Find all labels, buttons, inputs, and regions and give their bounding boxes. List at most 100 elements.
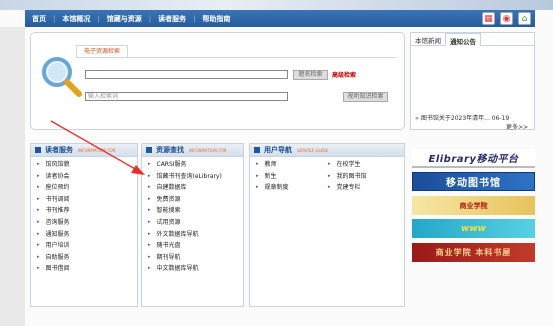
www-banner[interactable]: www bbox=[412, 219, 535, 238]
reader-service-item-label[interactable]: 书刊推荐 bbox=[46, 205, 70, 217]
nav-reader-services[interactable]: 读者服务 bbox=[151, 14, 193, 24]
resource-item[interactable]: ▸ 随书光盘 bbox=[148, 240, 243, 252]
reader-service-item-label[interactable]: 用户培训 bbox=[46, 240, 70, 252]
resource-item[interactable]: ▸ 自建数据库 bbox=[148, 182, 243, 194]
user-nav-item[interactable]: ▸ 新生 bbox=[256, 171, 328, 183]
resource-item-label[interactable]: 智能搜索 bbox=[157, 205, 181, 217]
panel-title: 读者服务 bbox=[45, 146, 73, 154]
reader-service-item[interactable]: ▸ 座位预约 bbox=[37, 182, 137, 194]
magnifier-icon bbox=[42, 57, 82, 97]
resource-item-label[interactable]: 试用资源 bbox=[157, 217, 181, 229]
reader-service-item-label[interactable]: 图书借阅 bbox=[46, 263, 70, 275]
resource-item[interactable]: ▸ CARSI服务 bbox=[148, 159, 243, 171]
main-navbar: 首页 | 本馆概况 | 馆藏与资源 | 读者服务 | 帮助指南 ▦ ◉ ⌂ bbox=[25, 10, 535, 27]
elibrary-banner[interactable]: Elibrary移动平台 bbox=[412, 149, 535, 168]
user-nav-item[interactable]: ▸ 在校学生 bbox=[328, 159, 400, 171]
bookshop-banner[interactable]: 商业学院 本科书屋 bbox=[412, 243, 535, 262]
arrow-bullet-icon: ▸ bbox=[328, 184, 331, 191]
quick-search-input[interactable]: 输入检索词 bbox=[85, 92, 288, 101]
arrow-bullet-icon: ▸ bbox=[148, 242, 151, 249]
nav-home[interactable]: 首页 bbox=[25, 14, 53, 24]
resource-item[interactable]: ▸ 馆藏书刊查询(eLibrary) bbox=[148, 171, 243, 183]
tab-eresource-search[interactable]: 电子资源检索 bbox=[76, 45, 128, 57]
reader-service-item[interactable]: ▸ 通知服务 bbox=[37, 229, 137, 241]
arrow-bullet-icon: ▸ bbox=[37, 172, 40, 179]
resource-item-label[interactable]: 馆藏书刊查询(eLibrary) bbox=[157, 171, 239, 182]
panel-header: 读者服务 INFORMATION FOR bbox=[31, 144, 137, 157]
reader-service-item[interactable]: ▸ 图书借阅 bbox=[37, 263, 137, 275]
arrow-bullet-icon: ▸ bbox=[37, 242, 40, 249]
resource-item-label[interactable]: CARSI服务 bbox=[157, 159, 187, 171]
reader-service-item[interactable]: ▸ 用户培训 bbox=[37, 240, 137, 252]
resource-item[interactable]: ▸ 试用资源 bbox=[148, 217, 243, 229]
user-nav-item[interactable]: ▸ 党建专栏 bbox=[328, 182, 400, 194]
user-nav-item-label[interactable]: 党建专栏 bbox=[337, 182, 361, 194]
reader-service-item-label[interactable]: 自助服务 bbox=[46, 252, 70, 264]
mobile-library-banner[interactable]: 移动图书馆 bbox=[412, 172, 535, 191]
resource-item-label[interactable]: 期刊导航 bbox=[157, 252, 181, 264]
tab-announcements[interactable]: 通知公告 bbox=[445, 33, 481, 46]
arrow-bullet-icon: ▸ bbox=[37, 265, 40, 272]
nav-collections[interactable]: 馆藏与资源 bbox=[100, 14, 149, 24]
user-nav-item[interactable]: ▸ 规章制度 bbox=[256, 182, 328, 194]
nav-help[interactable]: 帮助指南 bbox=[195, 14, 237, 24]
more-link[interactable]: 更多>> bbox=[506, 122, 528, 131]
resource-item[interactable]: ▸ 中文数据库导航 bbox=[148, 263, 243, 275]
panel-subtitle: INFORMATION FOR bbox=[78, 147, 116, 153]
resource-item-label[interactable]: 随书光盘 bbox=[157, 240, 181, 252]
user-nav-item-label[interactable]: 新生 bbox=[265, 171, 277, 183]
av-knowledge-search-button[interactable]: 视听知识检索 bbox=[343, 92, 388, 102]
arrow-bullet-icon: ▸ bbox=[37, 253, 40, 260]
calendar-icon[interactable]: ▦ bbox=[482, 12, 495, 25]
user-nav-item[interactable]: ▸ 教师 bbox=[256, 159, 328, 171]
reader-services-list: ▸ 馆风馆貌 ▸ 读者协会 ▸ 座位预约 ▸ 书刊调阅 ▸ 书刊推荐 ▸ 咨询服务 ▸ 通知服务 ▸ 用户培训… bbox=[31, 157, 137, 275]
resource-item-label[interactable]: 自建数据库 bbox=[157, 182, 187, 194]
weibo-icon[interactable]: ◉ bbox=[500, 12, 513, 25]
advanced-search-link[interactable]: 高级检索 bbox=[332, 70, 356, 79]
resource-finder-list: ▸ CARSI服务 ▸ 馆藏书刊查询(eLibrary) ▸ 自建数据库 ▸ 免费资源 ▸ 智能搜… bbox=[142, 157, 243, 275]
resource-search-box: 电子资源检索 题名检索 高级检索 输入检索词 视听知识检索 bbox=[30, 32, 405, 130]
user-nav-item-label[interactable]: 规章制度 bbox=[265, 182, 289, 194]
user-nav-item-label[interactable]: 在校学生 bbox=[337, 159, 361, 171]
panel-header: 用户导航 SERVICE GUIDE bbox=[250, 144, 404, 157]
reader-service-item[interactable]: ▸ 自助服务 bbox=[37, 252, 137, 264]
top-banner bbox=[0, 0, 553, 10]
resource-item-label[interactable]: 免费资源 bbox=[157, 194, 181, 206]
arrow-bullet-icon: ▸ bbox=[148, 172, 151, 179]
arrow-bullet-icon: ▸ bbox=[148, 230, 151, 237]
news-tabs: 本馆新闻 通知公告 bbox=[411, 33, 534, 46]
reader-service-item[interactable]: ▸ 书刊推荐 bbox=[37, 205, 137, 217]
keyword-input[interactable] bbox=[85, 70, 288, 79]
news-item-text[interactable]: 图书馆关于2023年清年... 06-19 bbox=[421, 115, 509, 122]
business-school-banner[interactable]: 商业学院 bbox=[412, 196, 535, 215]
panel-subtitle: INFORMATION FOR bbox=[189, 147, 227, 153]
reader-service-item[interactable]: ▸ 馆风馆貌 bbox=[37, 159, 137, 171]
reader-service-item-label[interactable]: 读者协会 bbox=[46, 171, 70, 183]
home-icon[interactable]: ⌂ bbox=[518, 12, 531, 25]
resource-item[interactable]: ▸ 外文数据库导航 bbox=[148, 229, 243, 241]
resource-finder-panel: 资源查找 INFORMATION FOR ▸ CARSI服务 ▸ 馆藏书刊查询(eLi… bbox=[141, 143, 244, 307]
resource-item-label[interactable]: 外文数据库导航 bbox=[157, 229, 199, 241]
reader-service-item[interactable]: ▸ 书刊调阅 bbox=[37, 194, 137, 206]
resource-item[interactable]: ▸ 智能搜索 bbox=[148, 205, 243, 217]
news-item[interactable]: » 图书馆关于2023年清年... 06-19 bbox=[415, 113, 509, 122]
resource-item[interactable]: ▸ 免费资源 bbox=[148, 194, 243, 206]
arrow-bullet-icon: ▸ bbox=[256, 161, 259, 167]
reader-service-item-label[interactable]: 馆风馆貌 bbox=[46, 159, 70, 171]
reader-service-item-label[interactable]: 咨询服务 bbox=[46, 217, 70, 229]
reader-service-item[interactable]: ▸ 咨询服务 bbox=[37, 217, 137, 229]
reader-service-item[interactable]: ▸ 读者协会 bbox=[37, 171, 137, 183]
reader-service-item-label[interactable]: 书刊调阅 bbox=[46, 194, 70, 206]
user-nav-item-label[interactable]: 教师 bbox=[265, 159, 277, 171]
user-nav-item[interactable]: ▸ 我的图书馆 bbox=[328, 171, 400, 183]
nav-about[interactable]: 本馆概况 bbox=[55, 14, 97, 24]
resource-item-label[interactable]: 中文数据库导航 bbox=[157, 263, 199, 275]
arrow-bullet-icon: ▸ bbox=[148, 218, 151, 225]
user-nav-item-label[interactable]: 我的图书馆 bbox=[337, 171, 367, 183]
reader-service-item-label[interactable]: 座位预约 bbox=[46, 182, 70, 194]
title-search-button[interactable]: 题名检索 bbox=[293, 70, 328, 80]
tab-library-news[interactable]: 本馆新闻 bbox=[411, 33, 445, 45]
reader-service-item-label[interactable]: 通知服务 bbox=[46, 229, 70, 241]
tab-underline bbox=[76, 57, 396, 58]
resource-item[interactable]: ▸ 期刊导航 bbox=[148, 252, 243, 264]
